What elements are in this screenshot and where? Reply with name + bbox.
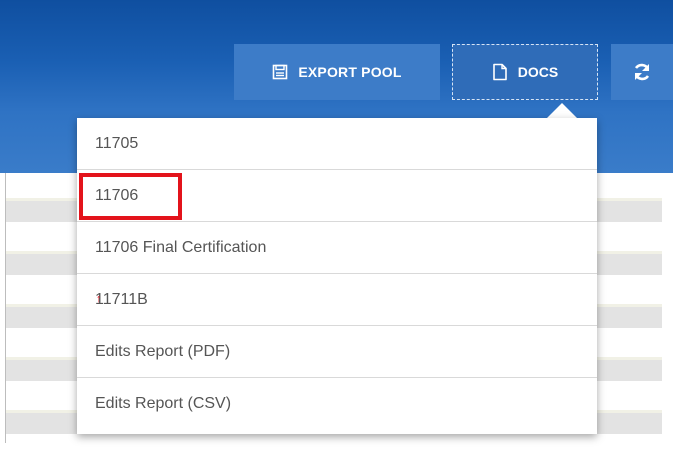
menu-item-label: Edits Report (PDF) [95, 342, 231, 360]
menu-item-11711b[interactable]: ↑ 11711B [77, 274, 597, 326]
export-pool-button[interactable]: EXPORT POOL [234, 44, 440, 100]
docs-label: DOCS [517, 64, 559, 80]
refresh-icon [632, 62, 652, 82]
menu-item-label: 11705 [95, 134, 139, 152]
menu-item-11706[interactable]: 11706 [77, 170, 597, 222]
menu-item-label: 11706 Final Certification [95, 238, 267, 256]
save-icon [272, 64, 288, 80]
export-pool-label: EXPORT POOL [298, 64, 402, 80]
menu-item-label: 11711B [95, 290, 148, 308]
refresh-button[interactable] [611, 44, 673, 100]
menu-item-label: 11706 [95, 186, 139, 204]
menu-item-11705[interactable]: 11705 [77, 118, 597, 170]
menu-item-edits-report-csv[interactable]: Edits Report (CSV) [77, 378, 597, 430]
docs-dropdown-menu: 11705 11706 11706 Final Certification ↑ … [77, 118, 597, 434]
document-icon [492, 63, 508, 81]
docs-button[interactable]: DOCS [452, 44, 598, 100]
new-indicator-icon: ↑ [96, 293, 102, 305]
menu-item-edits-report-pdf[interactable]: Edits Report (PDF) [77, 326, 597, 378]
dropdown-caret [546, 103, 578, 119]
menu-item-label: Edits Report (CSV) [95, 395, 232, 412]
menu-item-11706-final-certification[interactable]: 11706 Final Certification [77, 222, 597, 274]
